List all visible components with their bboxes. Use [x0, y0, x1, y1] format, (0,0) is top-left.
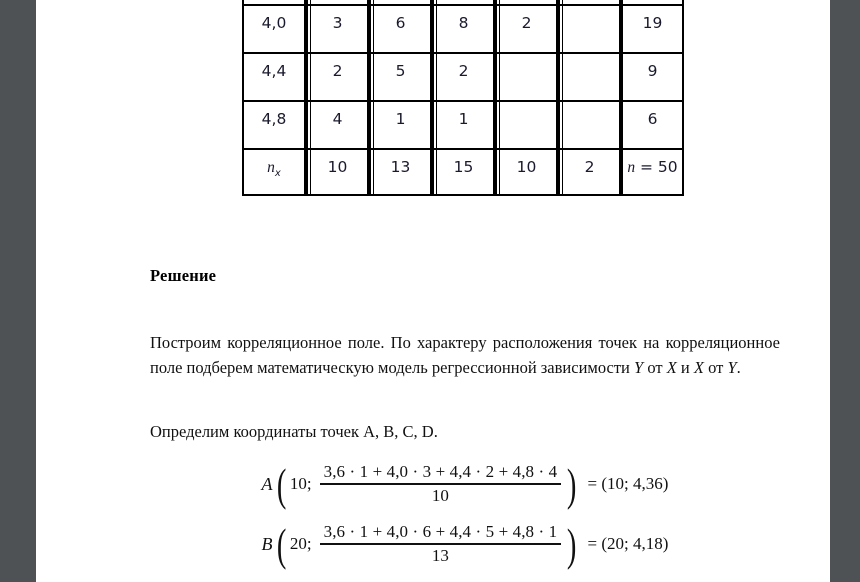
cell-freq: [495, 52, 558, 100]
cell-grand-total: n = 50: [621, 148, 684, 196]
formula-label: B: [261, 533, 273, 554]
cell-freq: 4: [306, 100, 369, 148]
cell-freq: 6: [369, 4, 432, 52]
cell-nx-label: nx: [242, 148, 306, 196]
var-y2: Y: [727, 358, 737, 377]
fraction-denominator: 13: [431, 546, 449, 565]
cell-row-total: 9: [621, 52, 684, 100]
fraction: 3,6 · 1 + 4,0 · 3 + 4,4 · 2 + 4,8 · 4 10: [319, 462, 562, 506]
cell-y-value: 4,0: [242, 4, 306, 52]
cell-row-total: 19: [621, 4, 684, 52]
section-heading: Решение: [150, 266, 217, 285]
cell-freq: 2: [306, 52, 369, 100]
cell-freq: [558, 4, 621, 52]
formula-result: = (20; 4,18): [587, 534, 669, 553]
document-page: 3,6 1 1 3 4 1 10 4,0 3 6 8 2 19 4,4 2 5: [36, 0, 830, 582]
text-ot-1: от: [643, 358, 667, 377]
var-x: X: [666, 358, 677, 377]
formula-row: B ( 20; 3,6 · 1 + 4,0 · 6 + 4,4 · 5 + 4,…: [261, 519, 669, 570]
fraction-numerator: 3,6 · 1 + 4,0 · 3 + 4,4 · 2 + 4,8 · 4: [323, 462, 558, 481]
fraction-numerator: 3,6 · 1 + 4,0 · 6 + 4,4 · 5 + 4,8 · 1: [323, 522, 558, 541]
cell-freq: [558, 52, 621, 100]
formula-inner: 20; 3,6 · 1 + 4,0 · 6 + 4,4 · 5 + 4,8 · …: [289, 522, 564, 566]
table-row: 4,0 3 6 8 2 19: [242, 4, 684, 52]
cell-freq: [558, 100, 621, 148]
formula-row: A ( 10; 3,6 · 1 + 4,0 · 3 + 4,4 · 2 + 4,…: [261, 459, 669, 510]
cell-freq: 5: [369, 52, 432, 100]
formula-result: = (10; 4,36): [587, 474, 669, 493]
cell-freq: 8: [432, 4, 495, 52]
formula-point-b: B ( 20; 3,6 · 1 + 4,0 · 6 + 4,4 · 5 + 4,…: [150, 519, 780, 570]
table-row: 4,8 4 1 1 6: [242, 100, 684, 148]
cell-col-total: 15: [432, 148, 495, 196]
cell-freq: 1: [432, 100, 495, 148]
cell-row-total: 6: [621, 100, 684, 148]
cell-freq: 2: [432, 52, 495, 100]
paragraph-points: Определим координаты точек A, B, C, D.: [150, 422, 438, 441]
cell-freq: 1: [369, 100, 432, 148]
correlation-frequency-table: 3,6 1 1 3 4 1 10 4,0 3 6 8 2 19 4,4 2 5: [242, 0, 684, 196]
table-body: 3,6 1 1 3 4 1 10 4,0 3 6 8 2 19 4,4 2 5: [242, 0, 684, 196]
formula-x-value: 10;: [289, 474, 312, 493]
formula-inner: 10; 3,6 · 1 + 4,0 · 3 + 4,4 · 2 + 4,8 · …: [289, 462, 564, 506]
fraction: 3,6 · 1 + 4,0 · 6 + 4,4 · 5 + 4,8 · 1 13: [319, 522, 562, 566]
formula-x-value: 20;: [289, 534, 312, 553]
table-total-row: nx 10 13 15 10 2 n = 50: [242, 148, 684, 196]
cell-freq: [495, 100, 558, 148]
text-i: и: [676, 358, 694, 377]
cell-col-total: 13: [369, 148, 432, 196]
cell-y-value: 4,4: [242, 52, 306, 100]
formula-point-a: A ( 10; 3,6 · 1 + 4,0 · 3 + 4,4 · 2 + 4,…: [150, 459, 780, 510]
cell-col-total: 2: [558, 148, 621, 196]
cell-col-total: 10: [495, 148, 558, 196]
var-x2: X: [693, 358, 704, 377]
fraction-denominator: 10: [431, 486, 449, 505]
text-ot-2: от: [703, 358, 728, 377]
table-row: 4,4 2 5 2 9: [242, 52, 684, 100]
cell-freq: 3: [306, 4, 369, 52]
var-y: Y: [634, 358, 644, 377]
text-period: .: [736, 358, 741, 377]
formula-label: A: [261, 473, 273, 494]
cell-col-total: 10: [306, 148, 369, 196]
cell-freq: 2: [495, 4, 558, 52]
cell-y-value: 4,8: [242, 100, 306, 148]
paragraph-method: Построим корреляционное поле. По характе…: [150, 330, 780, 380]
